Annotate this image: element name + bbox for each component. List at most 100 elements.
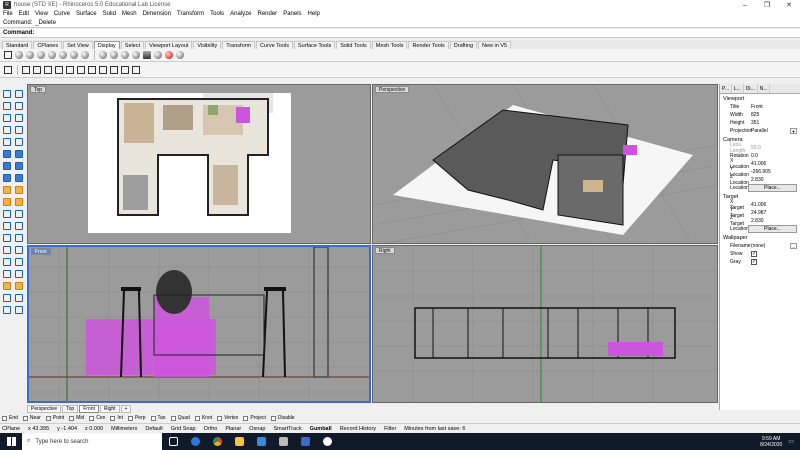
units-indicator[interactable]: Millimeters [111, 426, 137, 432]
menu-mesh[interactable]: Mesh [119, 10, 140, 19]
menu-help[interactable]: Help [305, 10, 323, 19]
ghosted-icon[interactable] [36, 50, 46, 60]
unshade-icon[interactable] [164, 50, 174, 60]
layer-indicator[interactable]: Default [145, 426, 162, 432]
tab-visibility[interactable]: Visibility [193, 40, 222, 49]
checkbox[interactable] [150, 415, 156, 421]
mail-icon[interactable] [250, 433, 272, 450]
target-place-button[interactable]: Place... [748, 225, 797, 233]
photos-icon[interactable] [294, 433, 316, 450]
maximize-button[interactable]: ❐ [756, 1, 778, 9]
viewport-title-perspective[interactable]: Perspective [375, 86, 410, 93]
windows-start-icon[interactable] [0, 433, 22, 450]
sphere-shaded-icon[interactable] [98, 50, 108, 60]
array-icon[interactable] [13, 256, 24, 267]
tab-drafting[interactable]: Drafting [449, 40, 478, 49]
tab-select[interactable]: Select [120, 40, 145, 49]
menu-view[interactable]: View [32, 10, 51, 19]
tab-transform[interactable]: Transform [222, 40, 256, 49]
select-icon[interactable] [1, 88, 12, 99]
zoom-icon[interactable] [316, 433, 338, 450]
boolean-icon[interactable] [13, 172, 24, 183]
lock-icon[interactable] [98, 65, 108, 75]
move-icon[interactable] [1, 220, 12, 231]
pen-icon[interactable] [80, 50, 90, 60]
checkbox[interactable] [170, 415, 176, 421]
viewport-top[interactable]: Top [27, 84, 371, 244]
tab-cplanes[interactable]: CPlanes [33, 40, 63, 49]
panel-tab-notes[interactable]: N... [758, 84, 771, 93]
sphere-xray-icon[interactable] [120, 50, 130, 60]
prop-title-value[interactable]: Front [748, 104, 800, 110]
viewport-title-right[interactable]: Right [375, 247, 395, 254]
osnap-end[interactable]: End [2, 415, 18, 421]
menu-panels[interactable]: Panels [280, 10, 304, 19]
prop-z-location-value[interactable]: 2.830 [748, 177, 800, 183]
osnap-point[interactable]: Point [45, 415, 64, 421]
surface-icon[interactable] [1, 148, 12, 159]
hatch-icon[interactable] [1, 256, 12, 267]
zoom-window-icon[interactable] [21, 65, 31, 75]
render-icon[interactable] [1, 280, 12, 291]
rectangle-icon[interactable] [1, 124, 12, 135]
checkbox[interactable] [217, 415, 223, 421]
named-views-icon[interactable] [76, 65, 86, 75]
tab-curve-tools[interactable]: Curve Tools [256, 40, 293, 49]
menu-edit[interactable]: Edit [16, 10, 32, 19]
edge-icon[interactable] [184, 433, 206, 450]
menu-dimension[interactable]: Dimension [140, 10, 174, 19]
osnap-tan[interactable]: Tan [150, 415, 166, 421]
prop-width-value[interactable]: 825 [748, 112, 800, 118]
checkbox[interactable] [2, 415, 7, 421]
record-history-toggle[interactable]: Record History [340, 426, 376, 432]
turntable-icon[interactable] [175, 50, 185, 60]
prop-x-target-value[interactable]: 41.006 [748, 202, 800, 208]
osnap-knot[interactable]: Knot [194, 415, 212, 421]
notification-icon[interactable]: ▭ [788, 438, 794, 445]
split-icon[interactable] [13, 196, 24, 207]
close-button[interactable]: ✕ [778, 1, 800, 9]
camera-icon[interactable] [142, 50, 152, 60]
menu-file[interactable]: File [0, 10, 16, 19]
tab-display[interactable]: Display [93, 40, 120, 49]
browse-icon[interactable]: … [790, 243, 797, 249]
osnap-near[interactable]: Near [22, 415, 41, 421]
projection-select[interactable]: Parallel [748, 128, 790, 134]
taskbar-search[interactable]: ⌕ Type here to search [22, 433, 162, 450]
gumball-icon[interactable] [1, 304, 12, 315]
dimension-icon[interactable] [13, 244, 24, 255]
viewport-title-top[interactable]: Top [30, 86, 47, 93]
fillet-icon[interactable] [1, 184, 12, 195]
checkbox[interactable] [110, 415, 116, 421]
viewport-perspective[interactable]: Perspective [372, 84, 718, 244]
panel-tab-properties[interactable]: P... [720, 84, 732, 93]
ellipse-icon[interactable] [1, 136, 12, 147]
rhino-app-icon[interactable] [272, 433, 294, 450]
prop-x-location-value[interactable]: 41.006 [748, 161, 800, 167]
artistic-icon[interactable] [69, 50, 79, 60]
cplane-indicator[interactable]: CPlane [2, 426, 20, 432]
tab-surface-tools[interactable]: Surface Tools [294, 40, 336, 49]
wallpaper-filename-value[interactable]: (none) [748, 243, 790, 249]
zoom-extents-icon[interactable] [32, 65, 42, 75]
copy-icon[interactable] [13, 220, 24, 231]
osnap-project[interactable]: Project [243, 415, 266, 421]
command-prompt[interactable]: Command: [0, 29, 800, 38]
undo-view-icon[interactable] [3, 65, 13, 75]
properties-icon[interactable] [120, 65, 130, 75]
menu-curve[interactable]: Curve [51, 10, 73, 19]
cplane-icon[interactable] [87, 65, 97, 75]
grid-snap-toggle[interactable]: Grid Snap [171, 426, 196, 432]
task-view-icon[interactable] [162, 433, 184, 450]
tab-new-in-v5[interactable]: New in V5 [478, 40, 512, 49]
layer-icon[interactable] [109, 65, 119, 75]
show-checkbox[interactable]: ✓ [751, 251, 757, 257]
mesh-icon[interactable] [1, 172, 12, 183]
chevron-down-icon[interactable]: ▼ [790, 128, 797, 134]
material-icon[interactable] [13, 280, 24, 291]
viewport-front[interactable]: Front [27, 245, 371, 403]
rotate-icon[interactable] [1, 232, 12, 243]
osnap-toggle[interactable]: Osnap [249, 426, 265, 432]
prop-rotation-value[interactable]: 0.0 [748, 153, 800, 159]
tab-solid-tools[interactable]: Solid Tools [336, 40, 371, 49]
